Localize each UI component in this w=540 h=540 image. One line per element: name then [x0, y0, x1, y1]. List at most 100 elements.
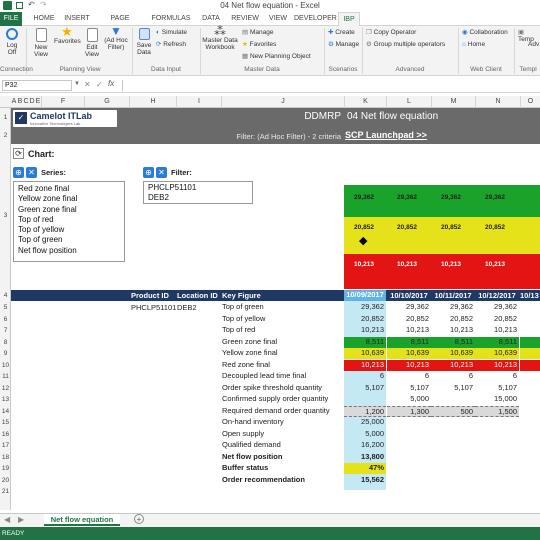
list-item[interactable]: Green zone final: [18, 205, 77, 215]
select-all-corner[interactable]: [0, 96, 11, 108]
column-header[interactable]: N: [475, 96, 520, 108]
edit-view-button[interactable]: Edit View: [82, 28, 102, 58]
table-cell[interactable]: 8,511: [387, 336, 431, 348]
simulate-button[interactable]: ◐ Simulate: [156, 29, 187, 36]
column-header[interactable]: H: [129, 96, 176, 108]
scroll-left-icon[interactable]: ◀: [4, 515, 10, 524]
column-header[interactable]: G: [84, 96, 129, 108]
column-header[interactable]: I: [176, 96, 221, 108]
table-cell[interactable]: 1,200: [344, 405, 386, 417]
scp-launchpad-link[interactable]: SCP Launchpad >>: [345, 130, 465, 140]
table-cell[interactable]: [520, 406, 540, 417]
tab-file[interactable]: FILE: [0, 12, 22, 26]
table-cell[interactable]: 25,000: [344, 417, 386, 428]
collaboration-button[interactable]: ◉ Collaboration: [462, 29, 508, 36]
ad-hoc-filter-button[interactable]: ▼ (Ad Hoc Filter): [104, 25, 128, 51]
table-cell[interactable]: [387, 452, 431, 463]
table-cell[interactable]: [520, 325, 540, 336]
table-cell[interactable]: 10,213: [475, 325, 519, 336]
add-series-icon[interactable]: ⊕: [13, 167, 24, 178]
table-cell[interactable]: 10,639: [431, 348, 475, 359]
refresh-button[interactable]: ⟳ Refresh: [156, 41, 186, 48]
row-header[interactable]: 16: [0, 429, 11, 440]
table-cell[interactable]: 29,362: [431, 302, 475, 313]
row-header[interactable]: 18: [0, 452, 11, 463]
table-cell[interactable]: 8,511: [431, 336, 475, 348]
table-cell[interactable]: [431, 440, 475, 451]
row-header[interactable]: 14: [0, 406, 11, 417]
scroll-right-icon[interactable]: ▶: [18, 515, 24, 524]
table-cell[interactable]: [520, 383, 540, 394]
table-cell[interactable]: [475, 417, 519, 428]
list-item[interactable]: Top of red: [18, 215, 77, 225]
table-cell[interactable]: [520, 348, 540, 359]
row-header[interactable]: 17: [0, 440, 11, 451]
table-cell[interactable]: 5,000: [344, 429, 386, 440]
list-item[interactable]: Top of yellow: [18, 225, 77, 235]
table-cell[interactable]: [475, 440, 519, 451]
refresh-chart-icon[interactable]: ⟳: [13, 148, 24, 159]
table-cell[interactable]: 8,511: [475, 336, 519, 348]
table-cell[interactable]: 10,213: [344, 325, 386, 336]
column-header[interactable]: J: [221, 96, 344, 108]
table-cell[interactable]: 20,852: [387, 314, 431, 325]
tab-view[interactable]: VIEW: [266, 12, 290, 26]
table-cell[interactable]: 10,213: [387, 325, 431, 336]
table-cell[interactable]: 5,107: [431, 383, 475, 394]
table-cell[interactable]: 1,300: [387, 405, 431, 417]
table-cell[interactable]: [520, 440, 540, 451]
table-cell[interactable]: 10,213: [387, 359, 431, 371]
table-cell[interactable]: 10,639: [387, 348, 431, 359]
save-data-button[interactable]: Save Data: [134, 28, 154, 56]
table-cell[interactable]: [520, 302, 540, 313]
table-cell[interactable]: [431, 394, 475, 405]
table-cell[interactable]: [475, 429, 519, 440]
table-cell[interactable]: [387, 440, 431, 451]
favorites2-button[interactable]: ★ Favorites: [242, 41, 276, 48]
table-cell[interactable]: [387, 417, 431, 428]
log-off-button[interactable]: Log Off: [2, 28, 22, 56]
table-cell[interactable]: 6: [344, 371, 386, 382]
column-header[interactable]: K: [344, 96, 386, 108]
row-header[interactable]: 9: [0, 348, 11, 359]
formula-input[interactable]: [122, 80, 538, 91]
new-view-button[interactable]: New View: [30, 28, 52, 58]
name-box[interactable]: P32: [2, 80, 72, 91]
add-sheet-icon[interactable]: +: [134, 514, 144, 524]
table-cell[interactable]: [520, 417, 540, 428]
table-cell[interactable]: [520, 394, 540, 405]
table-cell[interactable]: 5,107: [475, 383, 519, 394]
row-header[interactable]: 15: [0, 417, 11, 428]
table-cell[interactable]: 16,200: [344, 440, 386, 451]
table-cell[interactable]: [431, 429, 475, 440]
row-header[interactable]: 10: [0, 360, 11, 371]
table-cell[interactable]: 8,511: [344, 336, 386, 348]
table-cell[interactable]: 15,000: [475, 394, 519, 405]
table-cell[interactable]: 29,362: [344, 302, 386, 313]
tab-review[interactable]: REVIEW: [228, 12, 262, 26]
table-cell[interactable]: 10,213: [475, 359, 519, 371]
table-cell[interactable]: 10,639: [344, 348, 386, 359]
list-item[interactable]: DEB2: [148, 193, 196, 203]
sheet-tab-net-flow[interactable]: Net flow equation: [44, 514, 120, 526]
table-cell[interactable]: [520, 371, 540, 382]
table-cell[interactable]: [387, 463, 431, 474]
filter-listbox[interactable]: PHCLP51101 DEB2: [143, 181, 253, 204]
row-header[interactable]: 19: [0, 463, 11, 474]
table-cell[interactable]: 6: [387, 371, 431, 382]
table-cell[interactable]: [475, 475, 519, 486]
table-cell[interactable]: 15,562: [344, 475, 386, 486]
column-header[interactable]: M: [431, 96, 475, 108]
add-filter-icon[interactable]: ⊕: [143, 167, 154, 178]
table-cell[interactable]: [520, 336, 540, 348]
name-box-dropdown-icon[interactable]: ▼: [74, 81, 80, 87]
table-cell[interactable]: 10,213: [431, 325, 475, 336]
tab-home[interactable]: HOME: [28, 12, 60, 26]
table-cell[interactable]: [387, 429, 431, 440]
row-header[interactable]: 11: [0, 371, 11, 382]
list-item[interactable]: Red zone final: [18, 184, 77, 194]
tab-developer[interactable]: DEVELOPER: [294, 12, 337, 26]
table-cell[interactable]: 20,852: [344, 314, 386, 325]
table-cell[interactable]: 5,107: [387, 383, 431, 394]
table-cell[interactable]: 6: [431, 371, 475, 382]
